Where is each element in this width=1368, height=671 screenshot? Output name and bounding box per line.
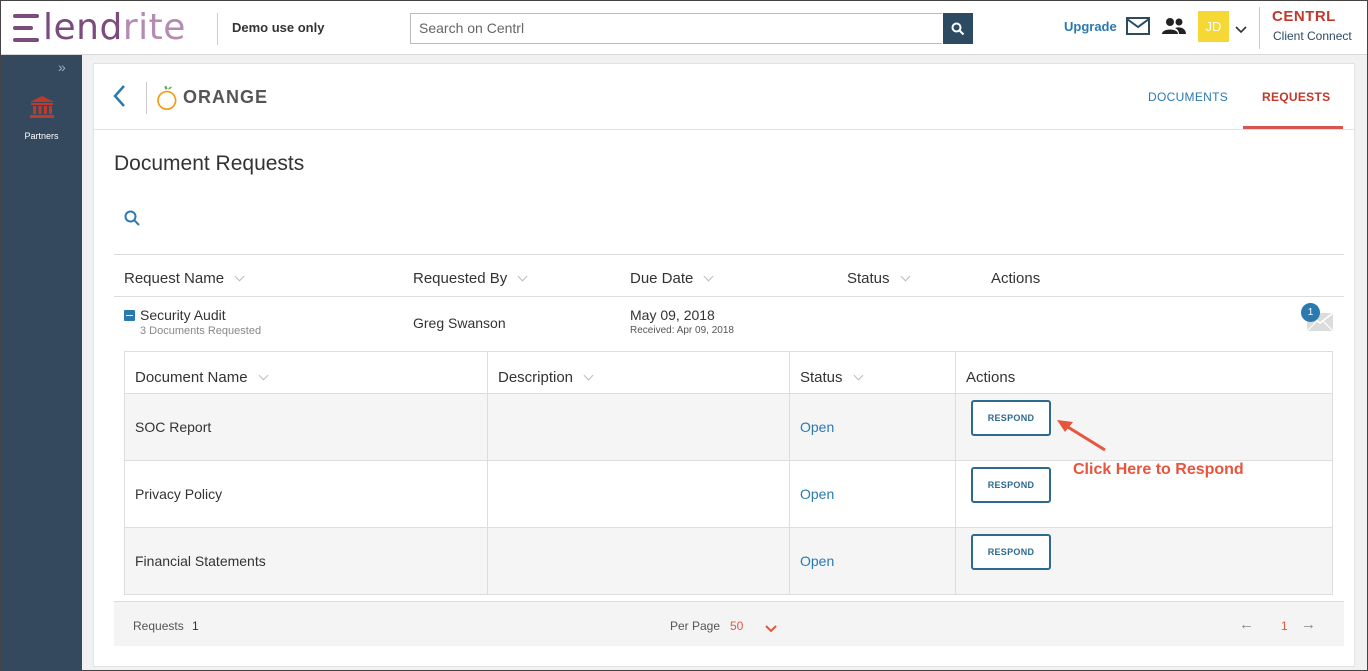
current-page[interactable]: 1 — [1281, 619, 1288, 633]
centrl-brand: CENTRL — [1272, 8, 1336, 25]
respond-button[interactable]: RESPOND — [971, 534, 1051, 570]
document-status[interactable]: Open — [800, 553, 834, 569]
table-row: SOC Report Open RESPOND — [125, 394, 1332, 461]
document-status[interactable]: Open — [800, 419, 834, 435]
expand-sidebar-icon[interactable]: » — [58, 59, 66, 75]
partner-logo: ORANGE — [156, 74, 268, 120]
global-search-input[interactable]: Search on Centrl — [410, 13, 942, 44]
card-header: ORANGE DOCUMENTS REQUESTS — [94, 64, 1354, 130]
column-divider — [955, 352, 956, 594]
page-title: Document Requests — [114, 152, 305, 175]
request-row: Security Audit 3 Documents Requested Gre… — [114, 298, 1344, 352]
requests-count-label: Requests — [133, 619, 184, 633]
partner-logo-text: ORANGE — [182, 86, 268, 107]
column-label: Requested By — [413, 270, 508, 287]
search-button[interactable] — [943, 13, 973, 44]
request-doc-count: 3 Documents Requested — [140, 325, 262, 337]
tab-requests[interactable]: REQUESTS — [1262, 90, 1330, 104]
sort-chevron-icon[interactable] — [900, 271, 910, 282]
message-count-badge: 1 — [1301, 303, 1320, 322]
prev-page-button[interactable]: ← — [1239, 616, 1254, 633]
document-name: SOC Report — [135, 419, 212, 435]
sidebar: » Partners — [1, 55, 82, 671]
requested-by: Greg Swanson — [413, 315, 506, 331]
divider — [1259, 7, 1260, 49]
request-name[interactable]: Security Audit — [140, 307, 226, 323]
upgrade-link[interactable]: Upgrade — [1064, 19, 1117, 34]
demo-label: Demo use only — [232, 20, 325, 35]
column-label: Status — [800, 369, 843, 386]
column-label: Actions — [966, 369, 1016, 386]
column-header-due-date[interactable]: Due Date — [630, 270, 714, 287]
top-bar: lendrite Demo use only Search on Centrl … — [1, 1, 1367, 55]
chevron-down-icon[interactable] — [1235, 21, 1247, 39]
search-icon — [951, 22, 965, 35]
column-header-request-name[interactable]: Request Name — [124, 270, 245, 287]
active-tab-indicator — [1243, 126, 1343, 129]
bank-icon[interactable] — [29, 95, 55, 124]
sort-chevron-icon[interactable] — [258, 370, 268, 381]
received-date: Received: Apr 09, 2018 — [630, 325, 734, 336]
user-avatar[interactable]: JD — [1198, 11, 1229, 42]
column-header-document-name[interactable]: Document Name — [135, 369, 268, 386]
logo-mark — [13, 14, 39, 42]
table-row: Financial Statements Open RESPOND — [125, 528, 1332, 595]
logo-text: lendrite — [43, 7, 186, 48]
table-footer: Requests 1 Per Page 50 ← 1 → — [114, 601, 1344, 646]
main-card: ORANGE DOCUMENTS REQUESTS Document Reque… — [93, 63, 1355, 667]
sort-chevron-icon[interactable] — [234, 271, 245, 282]
back-arrow-icon[interactable] — [112, 84, 126, 113]
column-label: Due Date — [630, 270, 694, 287]
sort-chevron-icon[interactable] — [517, 271, 528, 282]
column-header-actions: Actions — [966, 369, 1015, 386]
orange-logo-icon — [157, 85, 177, 111]
requests-table-header: Request Name Requested By Due Date Statu… — [114, 254, 1344, 297]
requests-count: 1 — [192, 619, 199, 633]
respond-button[interactable]: RESPOND — [971, 400, 1051, 436]
column-header-requested-by[interactable]: Requested By — [413, 270, 528, 287]
lendrite-logo[interactable]: lendrite — [13, 9, 186, 47]
column-header-status[interactable]: Status — [847, 270, 910, 287]
column-label: Actions — [991, 270, 1041, 287]
sidebar-item-partners[interactable]: Partners — [1, 131, 82, 141]
chevron-down-icon[interactable] — [765, 620, 777, 638]
column-header-status[interactable]: Status — [800, 369, 863, 386]
column-label: Status — [847, 270, 890, 287]
column-divider — [789, 352, 790, 594]
collapse-icon[interactable] — [124, 310, 135, 321]
annotation-text: Click Here to Respond — [1073, 461, 1244, 478]
column-divider — [487, 352, 488, 594]
document-status[interactable]: Open — [800, 486, 834, 502]
mail-icon[interactable] — [1126, 17, 1150, 40]
column-header-description[interactable]: Description — [498, 369, 594, 386]
per-page-select[interactable]: 50 — [730, 619, 743, 633]
client-connect-label: Client Connect — [1273, 29, 1352, 43]
column-label: Request Name — [124, 270, 225, 287]
column-header-actions: Actions — [991, 270, 1040, 287]
documents-table-header: Document Name Description Status Actions — [125, 352, 1332, 394]
document-name: Financial Statements — [135, 553, 266, 569]
next-page-button[interactable]: → — [1301, 616, 1316, 633]
sort-chevron-icon[interactable] — [703, 271, 714, 282]
column-label: Document Name — [135, 369, 248, 386]
sort-chevron-icon[interactable] — [853, 370, 863, 381]
per-page-label: Per Page — [670, 619, 721, 633]
search-icon[interactable] — [124, 210, 140, 231]
respond-button[interactable]: RESPOND — [971, 467, 1051, 503]
sort-chevron-icon[interactable] — [583, 370, 594, 381]
document-name: Privacy Policy — [135, 486, 223, 502]
annotation-arrow — [1055, 418, 1111, 459]
divider — [217, 13, 218, 45]
people-icon[interactable] — [1161, 17, 1187, 40]
divider — [146, 82, 147, 114]
column-label: Description — [498, 369, 574, 386]
due-date: May 09, 2018 — [630, 307, 715, 323]
tab-documents[interactable]: DOCUMENTS — [1148, 90, 1228, 104]
